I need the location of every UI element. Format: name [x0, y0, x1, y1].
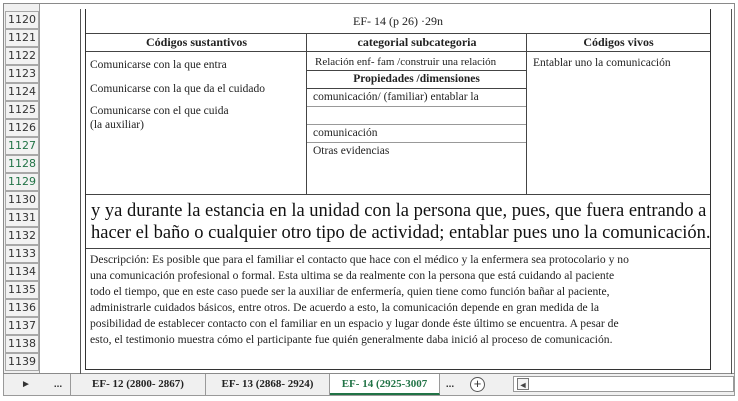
sheet-tab[interactable]: EF- 12 (2800- 2867) — [70, 374, 206, 395]
sheet-tab[interactable]: EF- 13 (2868- 2924) — [206, 374, 330, 395]
row-divider — [86, 194, 710, 195]
property-item: comunicación/ (familiar) entablar la — [313, 91, 479, 103]
row-number[interactable]: 1132 — [5, 227, 39, 245]
scroll-left-icon[interactable]: ◄ — [517, 378, 529, 390]
row-number[interactable]: 1130 — [5, 191, 39, 209]
spreadsheet-frame: 1120 1121 1122 1123 1124 1125 1126 1127 … — [3, 3, 735, 376]
add-sheet-icon[interactable]: + — [470, 377, 485, 392]
column-divider — [306, 34, 307, 194]
row-divider — [307, 88, 526, 89]
horizontal-scrollbar[interactable]: ◄ — [513, 376, 734, 392]
row-number[interactable]: 1120 — [5, 11, 39, 29]
quote-line: hacer el baño o cualquier otro tipo de a… — [91, 223, 711, 243]
description-line: todo el tiempo, que en este caso puede s… — [90, 285, 610, 298]
row-number[interactable]: 1123 — [5, 65, 39, 83]
row-number[interactable]: 1121 — [5, 29, 39, 47]
row-number[interactable]: 1126 — [5, 119, 39, 137]
description-line: posibilidad de establecer contacto con e… — [90, 317, 619, 330]
embedded-document: EF- 14 (p 26) ·29n Códigos sustantivos c… — [80, 9, 732, 376]
quote-line: y ya durante la estancia en la unidad co… — [91, 201, 707, 221]
sheet-tab-active[interactable]: EF- 14 (2925-3007 — [330, 374, 440, 395]
row-number[interactable]: 1131 — [5, 209, 39, 227]
substantive-code: Comunicarse con la que entra — [90, 59, 227, 71]
column-divider — [526, 34, 527, 194]
row-header-column: 1120 1121 1122 1123 1124 1125 1126 1127 … — [4, 4, 40, 373]
row-number[interactable]: 1129 — [5, 173, 39, 191]
row-divider — [307, 124, 526, 125]
row-number[interactable]: 1135 — [5, 281, 39, 299]
description-line: esto, el testimonio muestra cómo el part… — [90, 333, 613, 346]
description-line: Descripción: Es posible que para el fami… — [90, 253, 629, 266]
substantive-code: Comunicarse con la que da el cuidado — [90, 83, 265, 95]
properties-header: Propiedades /dimensiones — [353, 73, 480, 85]
next-sheet-button[interactable]: ► — [18, 374, 34, 395]
header-categorial-subcategoria: categorial subcategoria — [307, 34, 527, 52]
document-title: EF- 14 (p 26) ·29n — [86, 9, 710, 34]
sheet-tab-bar: ► ... EF- 12 (2800- 2867) EF- 13 (2868- … — [3, 374, 735, 396]
header-codigos-sustantivos: Códigos sustantivos — [86, 34, 307, 52]
more-sheets-right-button[interactable]: ... — [442, 374, 458, 395]
live-code: Entablar uno la comunicación — [533, 57, 671, 69]
row-number[interactable]: 1138 — [5, 335, 39, 353]
substantive-code: Comunicarse con el que cuida — [90, 105, 229, 117]
category-relation: Relación enf- fam /construir una relació… — [315, 56, 497, 68]
row-number[interactable]: 1122 — [5, 47, 39, 65]
row-divider — [307, 70, 526, 71]
row-number[interactable]: 1127 — [5, 137, 39, 155]
property-item: comunicación — [313, 127, 378, 139]
description-line: una comunicación profesional o formal. E… — [90, 269, 615, 282]
row-number[interactable]: 1124 — [5, 83, 39, 101]
row-divider — [86, 248, 710, 249]
row-number[interactable]: 1136 — [5, 299, 39, 317]
more-sheets-left-button[interactable]: ... — [48, 374, 68, 395]
row-divider — [307, 142, 526, 143]
row-number[interactable]: 1137 — [5, 317, 39, 335]
row-number[interactable]: 1128 — [5, 155, 39, 173]
row-number[interactable]: 1134 — [5, 263, 39, 281]
property-item: Otras evidencias — [313, 145, 390, 157]
row-number[interactable]: 1139 — [5, 353, 39, 371]
row-number[interactable]: 1133 — [5, 245, 39, 263]
row-number[interactable]: 1125 — [5, 101, 39, 119]
row-divider — [307, 106, 526, 107]
header-codigos-vivos: Códigos vivos — [527, 34, 710, 52]
coding-table: EF- 14 (p 26) ·29n Códigos sustantivos c… — [85, 9, 711, 370]
substantive-code: (la auxiliar) — [90, 119, 144, 131]
description-line: administrarle cuidados básicos, entre ot… — [90, 301, 599, 314]
